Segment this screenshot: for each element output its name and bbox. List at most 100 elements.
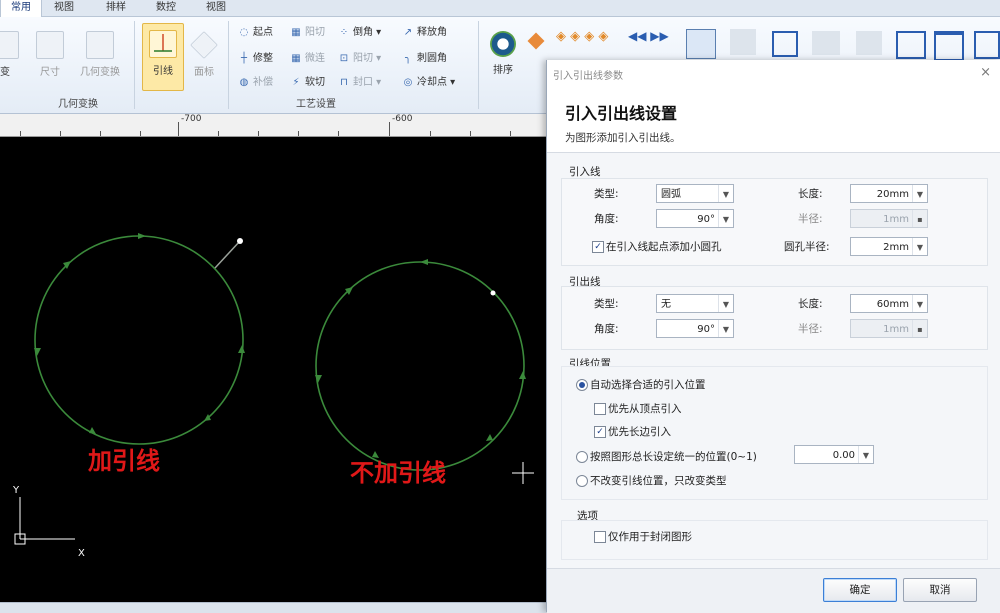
cancel-button[interactable]: 取消 <box>903 578 977 602</box>
copy-icon[interactable] <box>772 31 798 57</box>
keep-position-label: 不改变引线位置，只改变类型 <box>590 475 727 487</box>
ucs-axes <box>14 497 75 545</box>
auto-position-radio[interactable] <box>576 379 588 391</box>
cooling-point-icon: ◎ <box>403 77 413 88</box>
cut-2-button[interactable]: ⊡ 阳切 ▾ <box>338 51 381 67</box>
chamfer-icon: ⁘ <box>339 27 349 38</box>
horizontal-ruler: -700 -600 <box>0 114 546 137</box>
ratio-position-label: 按照图形总长设定统一的位置(0~1) <box>590 451 757 463</box>
round-corner-button[interactable]: ╮ 刺圆角 <box>402 51 447 67</box>
close-icon[interactable]: × <box>980 65 991 80</box>
tab-common[interactable]: 常用 <box>0 0 42 17</box>
hole-radius-label: 圆孔半径: <box>784 241 830 253</box>
lead-out-radius-input[interactable]: 1mm ▪ <box>850 319 928 338</box>
tab-cnc[interactable]: 数控 <box>148 0 184 16</box>
lead-in-title: 引入线 <box>569 166 601 178</box>
tab-view[interactable]: 视图 <box>46 0 82 16</box>
chevron-down-icon: ▼ <box>912 295 927 312</box>
prefer-long-edge-checkbox[interactable]: ✓ <box>594 426 606 438</box>
lead-out-type-select[interactable]: 无 ▼ <box>656 294 734 313</box>
chevron-down-icon: ▼ <box>858 446 873 463</box>
align-icon[interactable] <box>812 31 840 55</box>
direction-arrows <box>34 233 245 434</box>
dialog-header: 引入引出线设置 为图形添加引入引出线。 <box>547 86 1000 153</box>
lead-out-section: 类型: 无 ▼ 长度: 60mm ▼ 角度: 90° ▼ 半径: 1mm ▪ <box>561 286 988 350</box>
lead-out-angle-input[interactable]: 90° ▼ <box>656 319 734 338</box>
micro-joint-button[interactable]: ▦ 微连 <box>290 51 325 67</box>
chevron-down-icon: ▼ <box>718 185 733 202</box>
start-point <box>490 290 496 296</box>
dialog-heading: 引入引出线设置 <box>565 104 678 123</box>
ratio-position-radio[interactable] <box>576 451 588 463</box>
lead-out-length-label: 长度: <box>798 298 823 310</box>
seal-icon: ⊓ <box>340 77 348 88</box>
lead-settings-dialog: 引入引出线参数 × 引入引出线设置 为图形添加引入引出线。 引入线 类型: 圆弧… <box>546 60 1000 613</box>
lead-in-radius-label: 半径: <box>798 213 823 225</box>
layout-2-icon[interactable] <box>730 29 756 55</box>
geometry-transform-icon <box>86 31 114 59</box>
chevron-down-icon: ▼ <box>718 210 733 227</box>
trim-button[interactable]: ┼ 修整 <box>238 51 273 67</box>
closed-only-checkbox[interactable] <box>594 531 606 543</box>
ruler-label: -600 <box>392 114 413 124</box>
nest-tool-icon[interactable] <box>527 32 545 50</box>
label-with-lead: 加引线 <box>88 447 160 475</box>
face-mark-button[interactable]: 面标 <box>186 31 222 78</box>
ruler-label: -700 <box>181 114 202 124</box>
seal-button[interactable]: ⊓ 封口 ▾ <box>338 75 381 91</box>
hole-checkbox[interactable]: ✓ <box>592 241 604 253</box>
ok-button[interactable]: 确定 <box>823 578 897 602</box>
lead-line-icon <box>149 30 177 58</box>
chamfer-button[interactable]: ⁘ 倒角 ▾ <box>338 25 381 41</box>
layout-icon[interactable] <box>686 29 716 59</box>
chevron-down-icon: ▪ <box>912 320 927 337</box>
transform-button[interactable]: 变 <box>0 31 20 78</box>
soft-cut-button[interactable]: ⚡ 软切 <box>290 75 325 91</box>
sort-icon <box>490 31 516 57</box>
chevron-down-icon: ▼ <box>912 185 927 202</box>
ribbon-separator <box>134 21 135 109</box>
size-button[interactable]: 尺寸 <box>32 31 68 78</box>
grid-icon[interactable] <box>856 31 882 55</box>
lead-in-length-input[interactable]: 20mm ▼ <box>850 184 928 203</box>
start-point-button[interactable]: ◌ 起点 <box>238 25 273 41</box>
cut-2-icon: ⊡ <box>339 53 349 64</box>
split-icon[interactable] <box>896 31 926 59</box>
tab-nesting[interactable]: 排样 <box>98 0 134 16</box>
ratio-input[interactable]: 0.00 ▼ <box>794 445 874 464</box>
lead-out-length-input[interactable]: 60mm ▼ <box>850 294 928 313</box>
nest-tools-icon[interactable]: ◈ ◈ ◈ ◈ <box>556 29 608 44</box>
release-corner-button[interactable]: ↗ 释放角 <box>402 25 447 41</box>
tab-view-2[interactable]: 视图 <box>198 0 234 16</box>
sort-button[interactable]: 排序 <box>486 31 520 76</box>
chevron-down-icon: ▼ <box>912 238 927 255</box>
lead-line-button[interactable]: 引线 <box>142 23 184 91</box>
dialog-window-title: 引入引出线参数 <box>553 71 623 82</box>
hole-radius-input[interactable]: 2mm ▼ <box>850 237 928 256</box>
axis-x-label: X <box>78 548 85 559</box>
lead-in-type-select[interactable]: 圆弧 ▼ <box>656 184 734 203</box>
prefer-vertex-checkbox[interactable] <box>594 403 606 415</box>
soft-cut-icon: ⚡ <box>292 77 300 88</box>
frame-icon[interactable] <box>974 31 1000 59</box>
cut-button[interactable]: ▦ 阳切 <box>290 25 325 41</box>
hole-checkbox-label: 在引入线起点添加小圆孔 <box>606 241 722 253</box>
drawing-canvas[interactable]: Y X 加引线 不加引线 <box>0 137 546 602</box>
lead-in-angle-label: 角度: <box>594 213 619 225</box>
round-corner-icon: ╮ <box>404 53 412 64</box>
prefer-vertex-label: 优先从顶点引入 <box>608 403 682 415</box>
lead-in-line[interactable] <box>214 240 241 269</box>
arrow-nav-icon[interactable]: ◀◀ ▶▶ <box>628 29 669 43</box>
chevron-down-icon: ▼ <box>718 320 733 337</box>
window-icon[interactable] <box>934 31 964 61</box>
cooling-point-button[interactable]: ◎ 冷却点 ▾ <box>402 75 456 91</box>
geometry-transform-button[interactable]: 几何变换 <box>76 31 124 78</box>
micro-joint-icon: ▦ <box>291 53 301 64</box>
release-corner-icon: ↗ <box>403 27 413 38</box>
keep-position-radio[interactable] <box>576 475 588 487</box>
lead-in-radius-input[interactable]: 1mm ▪ <box>850 209 928 228</box>
options-section: 仅作用于封闭图形 <box>561 520 988 560</box>
group-label-process: 工艺设置 <box>296 99 336 110</box>
compensate-button[interactable]: ◍ 补偿 <box>238 75 273 91</box>
lead-in-angle-input[interactable]: 90° ▼ <box>656 209 734 228</box>
